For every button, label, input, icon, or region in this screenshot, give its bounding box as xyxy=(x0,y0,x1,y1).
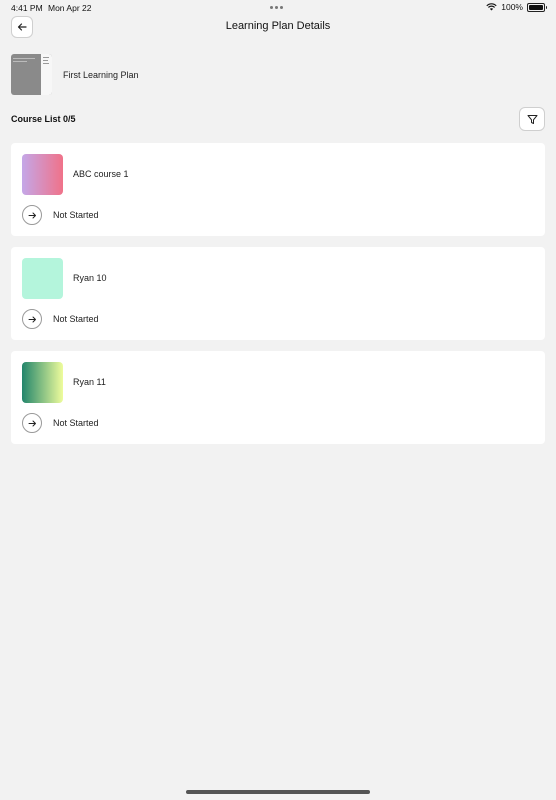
course-status: Not Started xyxy=(53,418,99,428)
status-time: 4:41 PM xyxy=(11,3,43,13)
course-list-label: Course List 0/5 xyxy=(11,114,76,124)
start-course-button[interactable] xyxy=(22,205,42,225)
battery-icon xyxy=(527,2,547,12)
course-name: Ryan 11 xyxy=(73,377,106,387)
filter-icon xyxy=(527,114,537,124)
start-course-button[interactable] xyxy=(22,413,42,433)
course-thumbnail xyxy=(22,362,63,403)
plan-thumbnail xyxy=(11,54,52,95)
navigation-bar: Learning Plan Details xyxy=(0,16,556,38)
page-title: Learning Plan Details xyxy=(225,20,331,32)
course-card[interactable]: Ryan 11 Not Started xyxy=(11,351,545,444)
status-bar: 4:41 PM Mon Apr 22 100% xyxy=(0,0,556,16)
status-indicators: 100% xyxy=(486,2,547,12)
status-date: Mon Apr 22 xyxy=(48,3,92,13)
arrow-right-icon xyxy=(28,316,36,322)
wifi-icon xyxy=(486,3,497,11)
battery-percentage: 100% xyxy=(501,2,523,12)
home-indicator[interactable] xyxy=(186,790,370,794)
course-card[interactable]: Ryan 10 Not Started xyxy=(11,247,545,340)
course-thumbnail xyxy=(22,258,63,299)
learning-plan-header: First Learning Plan xyxy=(11,54,139,95)
course-thumbnail xyxy=(22,154,63,195)
course-status: Not Started xyxy=(53,314,99,324)
course-status: Not Started xyxy=(53,210,99,220)
filter-button[interactable] xyxy=(519,107,545,131)
multitasking-dots-icon[interactable] xyxy=(270,6,283,9)
arrow-right-icon xyxy=(28,212,36,218)
start-course-button[interactable] xyxy=(22,309,42,329)
course-card[interactable]: ABC course 1 Not Started xyxy=(11,143,545,236)
course-name: ABC course 1 xyxy=(73,169,129,179)
course-name: Ryan 10 xyxy=(73,273,107,283)
plan-name: First Learning Plan xyxy=(63,69,139,80)
arrow-right-icon xyxy=(28,420,36,426)
